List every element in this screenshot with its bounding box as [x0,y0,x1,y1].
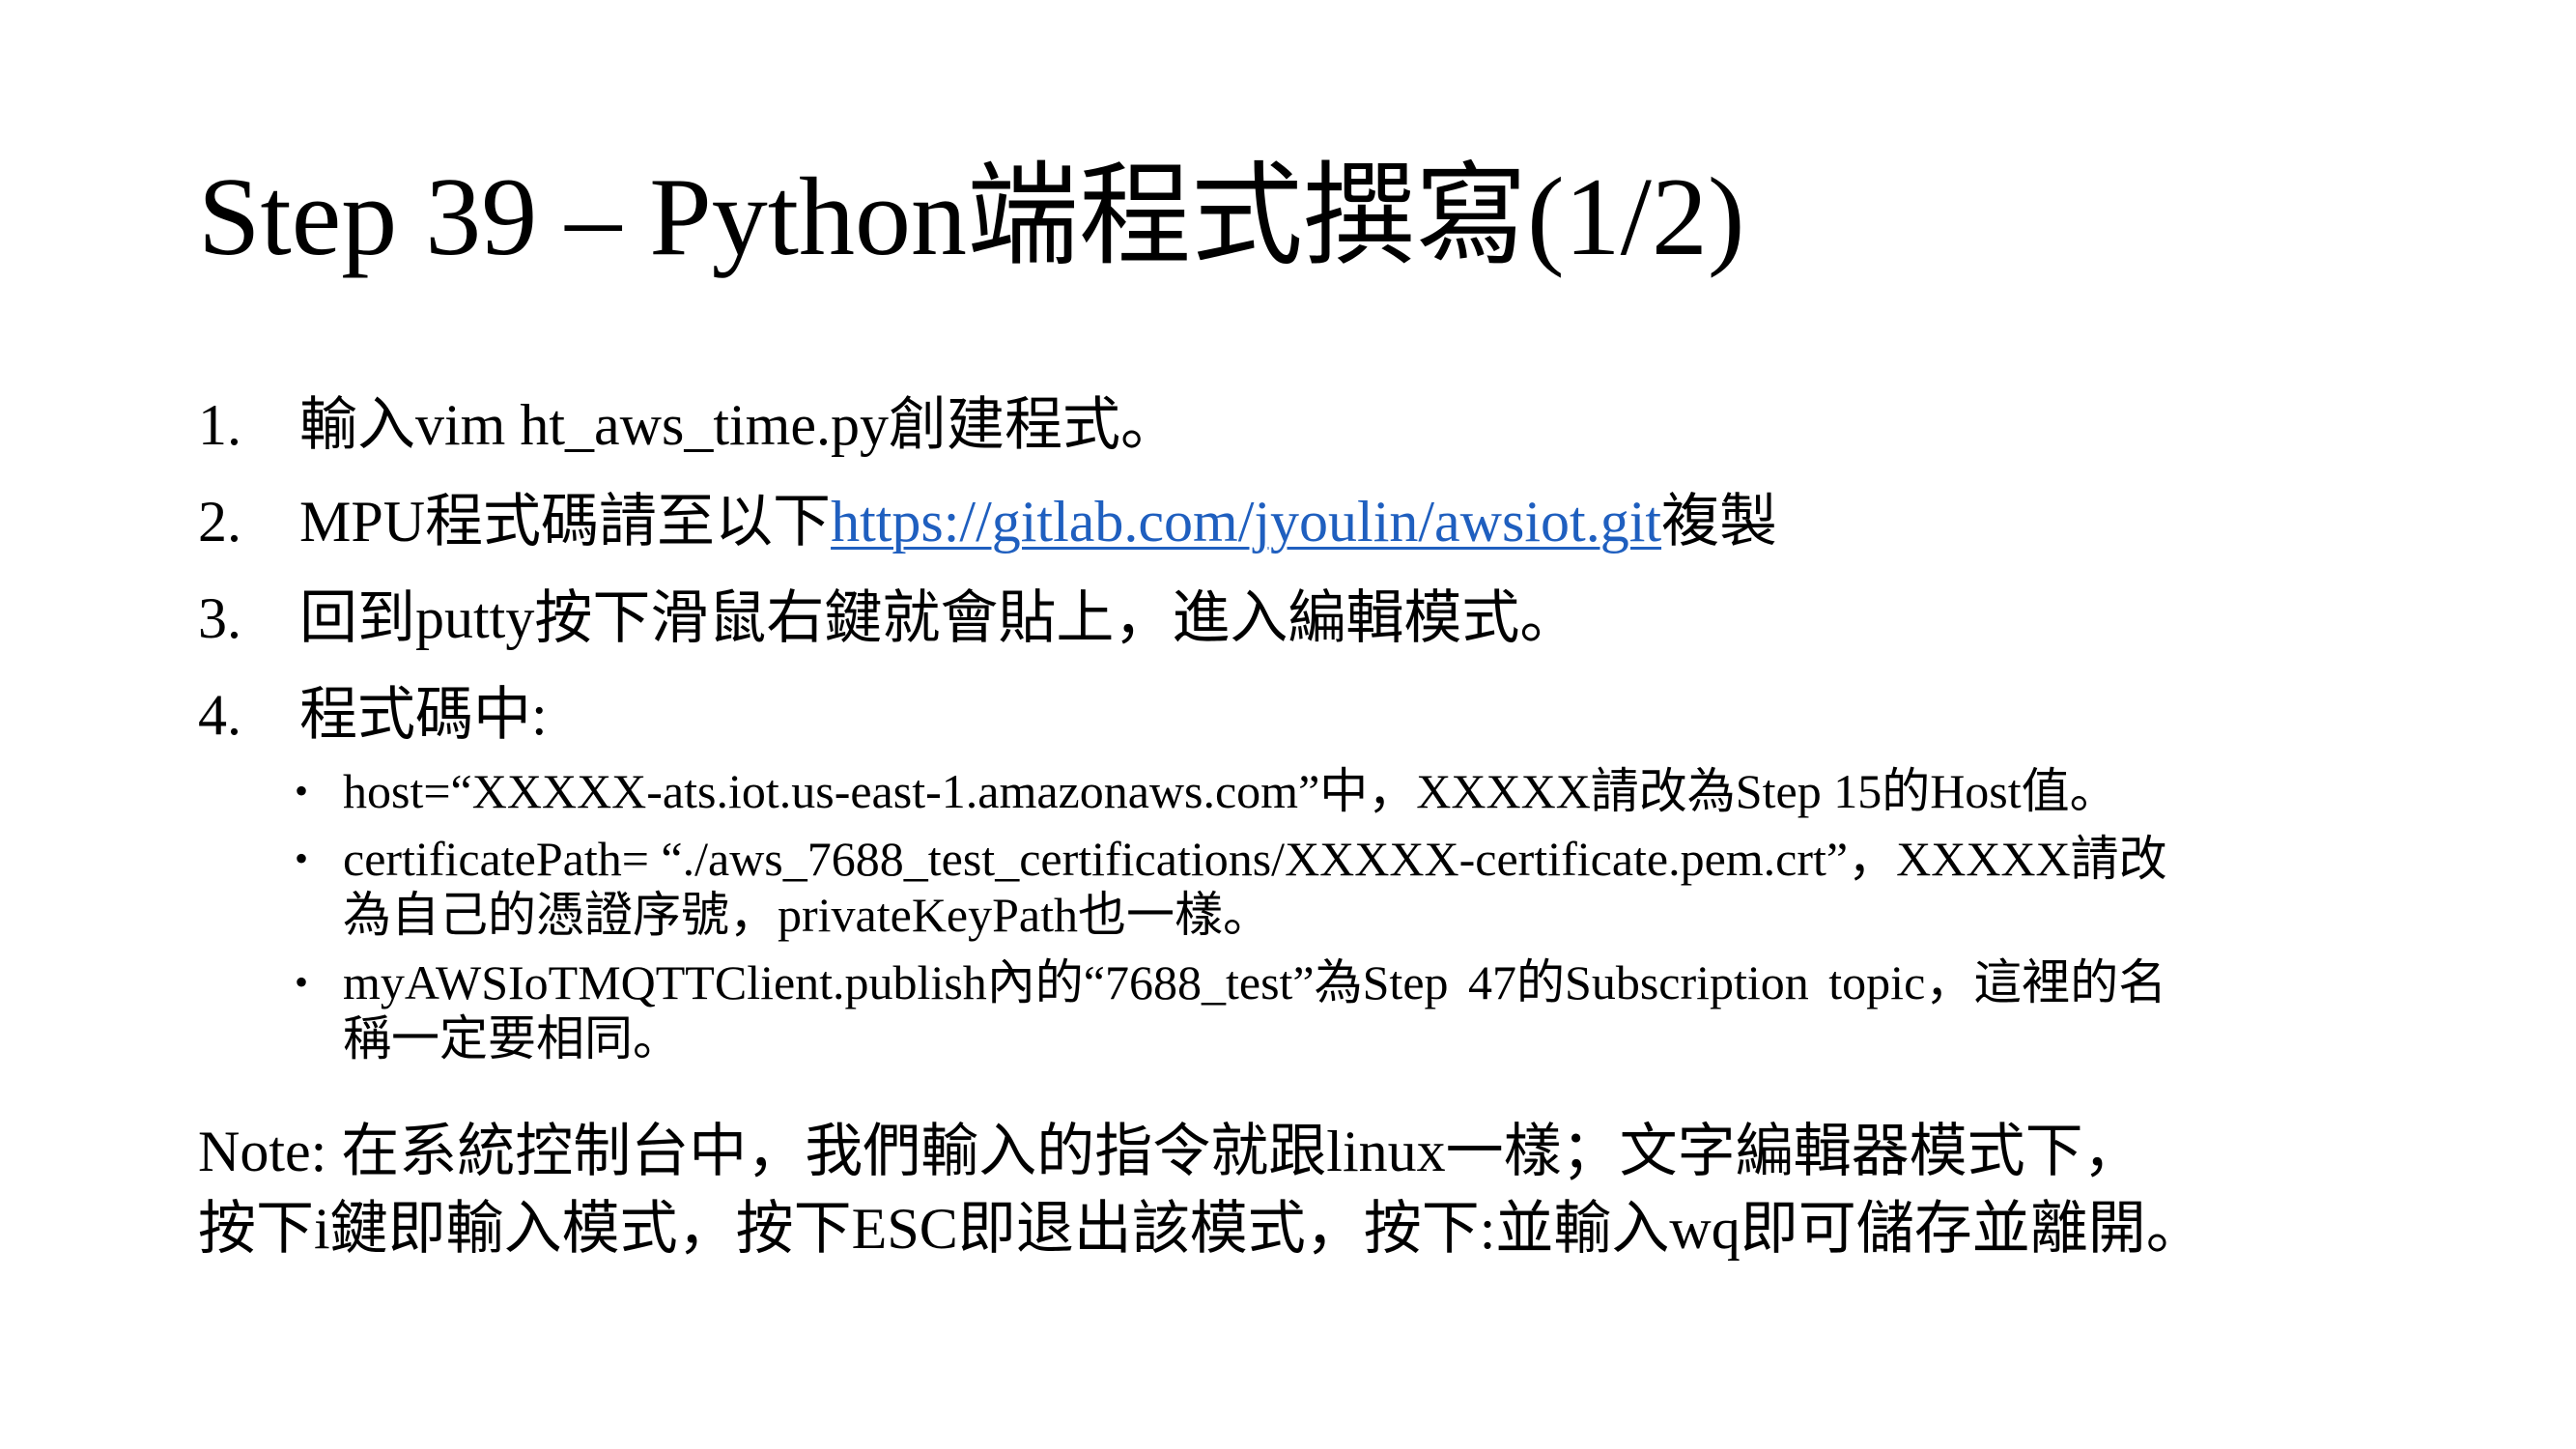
sub-bullet-host: • host=“XXXXX-ats.iot.us-east-1.amazonaw… [198,763,2449,819]
step-text: 程式碼中: [299,683,548,747]
sub-bullet-text-line2: 為自己的憑證序號，privateKeyPath也一樣。 [343,888,1272,942]
slide-title: Step 39 – Python端程式撰寫(1/2) [198,156,1745,279]
sub-bullet-publish: • myAWSIoTMQTTClient.publish內的“7688_test… [198,954,2449,1066]
step-text: 回到putty按下滑鼠右鍵就會貼上，進入編輯模式。 [299,586,1578,650]
step-number: 3. [198,586,241,650]
step-item-1: 1. 輸入vim ht_aws_time.py創建程式。 [198,386,2420,464]
steps-list: 1. 輸入vim ht_aws_time.py創建程式。 2. MPU程式碼請至… [198,386,2420,1078]
step-item-4: 4. 程式碼中: [198,676,2420,753]
step-text: 輸入vim ht_aws_time.py創建程式。 [299,393,1178,457]
step-item-3: 3. 回到putty按下滑鼠右鍵就會貼上，進入編輯模式。 [198,580,2420,657]
bullet-icon: • [295,837,309,880]
step-text-prefix: MPU程式碼請至以下 [299,490,832,554]
step-number: 2. [198,490,241,554]
gitlab-link[interactable]: https://gitlab.com/jyoulin/awsiot.git [831,490,1661,554]
slide: Step 39 – Python端程式撰寫(1/2) 1. 輸入vim ht_a… [0,0,2576,1449]
step-number: 4. [198,683,241,747]
bullet-icon: • [295,769,309,812]
sub-bullet-text-line2: 稱一定要相同。 [343,1011,681,1065]
note-paragraph: Note: 在系統控制台中，我們輸入的指令就跟linux一樣；文字編輯器模式下，… [198,1113,2535,1267]
sub-bullet-certificate: • certificatePath= “./aws_7688_test_cert… [198,831,2449,943]
note-line-2: 按下i鍵即輸入模式，按下ESC即退出該模式，按下:並輸入wq即可儲存並離開。 [198,1197,2204,1261]
step-text-suffix: 複製 [1661,490,1778,554]
step-item-2: 2. MPU程式碼請至以下https://gitlab.com/jyoulin/… [198,483,2420,560]
sub-bullet-text-line1: myAWSIoTMQTTClient.publish內的“7688_test”為… [343,955,2167,1009]
sub-bullet-text: host=“XXXXX-ats.iot.us-east-1.amazonaws.… [343,764,2118,818]
sub-bullet-text-line1: certificatePath= “./aws_7688_test_certif… [343,832,2167,886]
note-line-1: Note: 在系統控制台中，我們輸入的指令就跟linux一樣；文字編輯器模式下， [198,1120,2141,1183]
step-number: 1. [198,393,241,457]
bullet-icon: • [295,960,309,1004]
